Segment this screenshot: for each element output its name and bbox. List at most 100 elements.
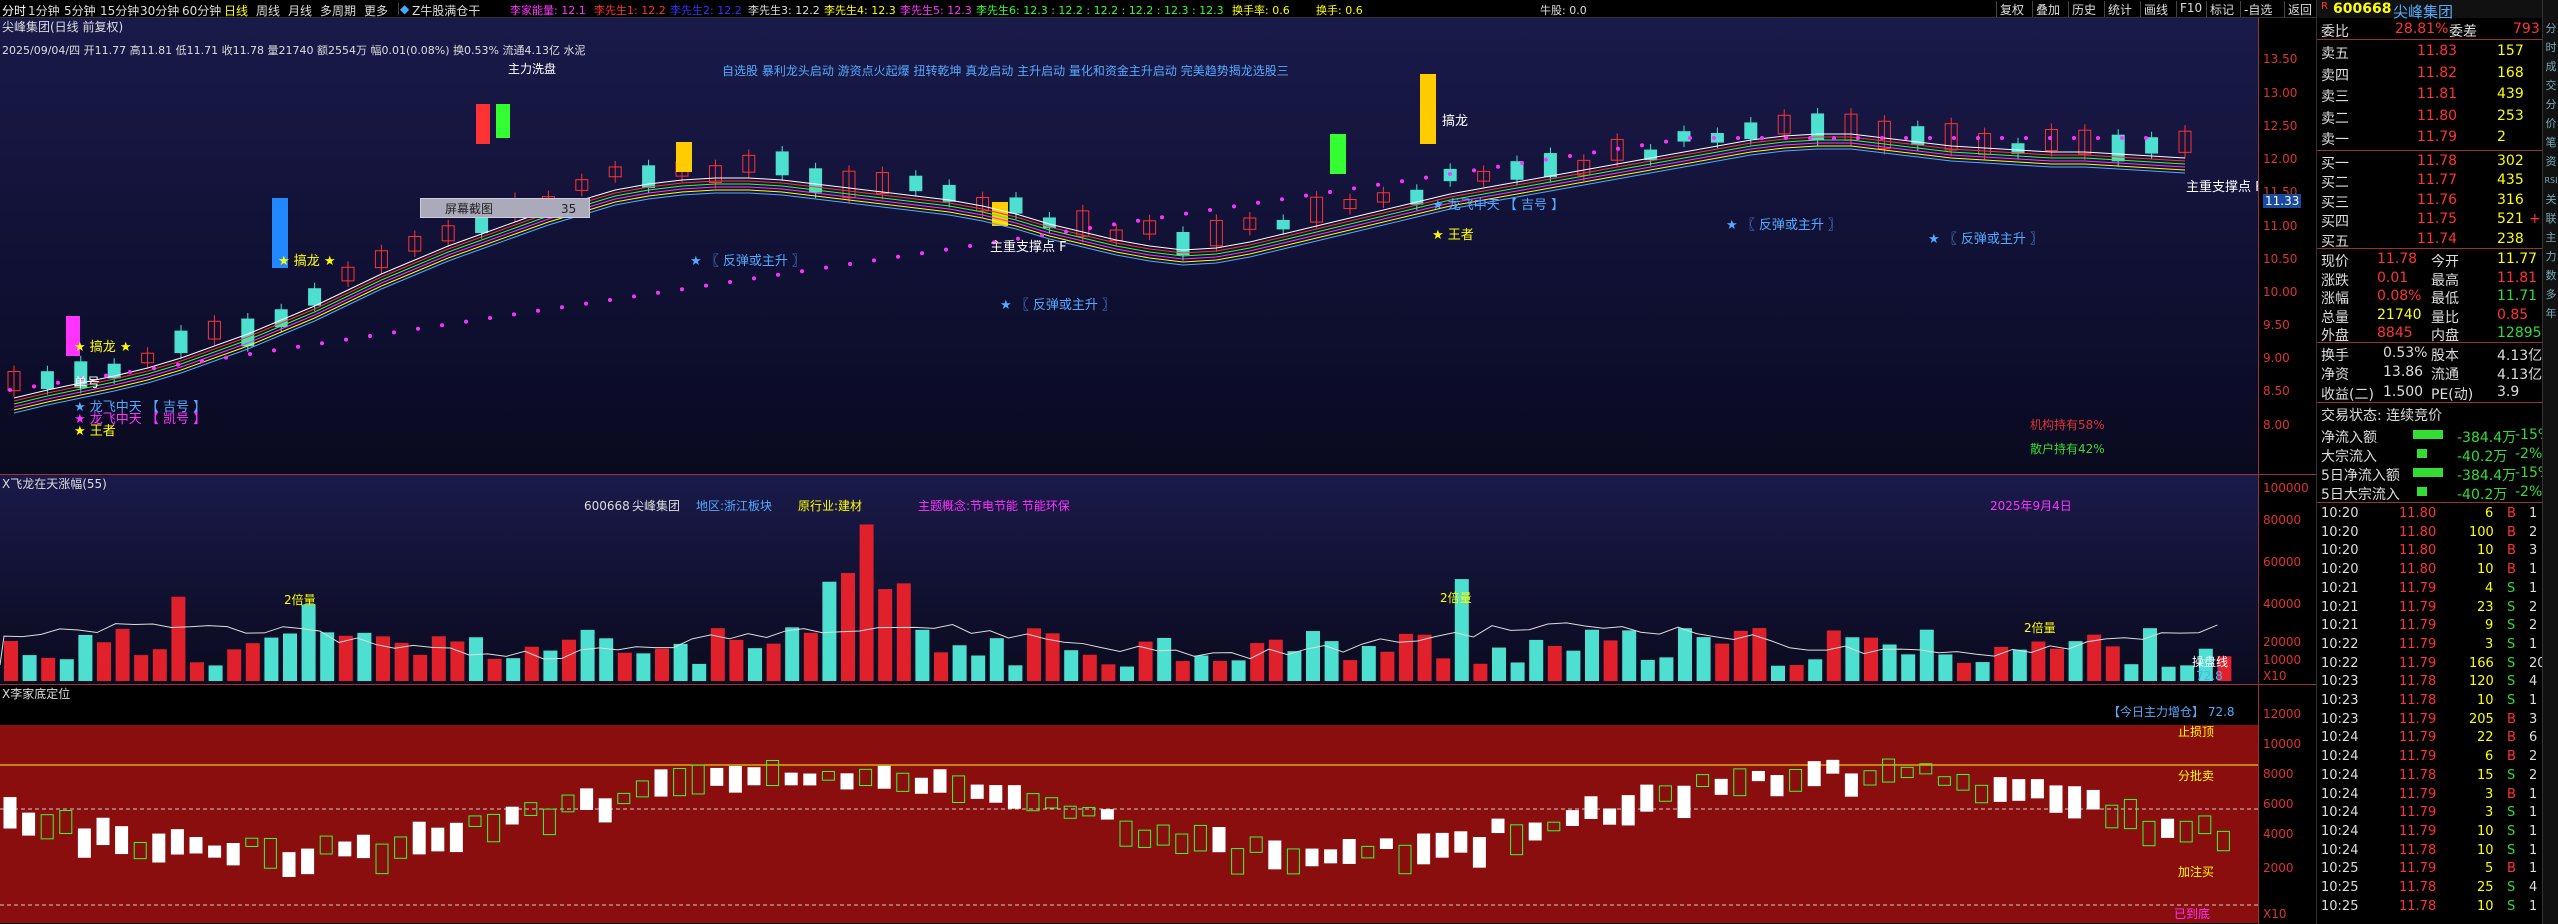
flow-label: 5日大宗流入 [2321, 487, 2400, 503]
vtool-button[interactable]: 数 [2544, 267, 2558, 285]
support-dot [296, 344, 300, 349]
ask-price: 11.80 [2417, 107, 2458, 124]
indicator-candle [2086, 789, 2100, 810]
ask-row[interactable]: 卖一 11.79 2 [2317, 128, 2543, 148]
vtool-button[interactable]: 主 [2544, 229, 2558, 247]
indicator-candle [356, 834, 370, 859]
period-multi[interactable]: 多周期 [320, 2, 356, 19]
candle-body [1677, 131, 1691, 142]
period-15min[interactable]: 15分钟 [100, 2, 139, 19]
volume-bar [1473, 663, 1488, 681]
period-30min[interactable]: 30分钟 [140, 2, 179, 19]
volume-bar [338, 635, 353, 681]
vtool-button[interactable]: 年 [2544, 305, 2558, 323]
btn-diejia[interactable]: 叠加 [2032, 1, 2063, 17]
period-fenshi[interactable]: 分时 [2, 2, 26, 19]
vtool-button[interactable]: 多 [2544, 286, 2558, 304]
low-tick: 12000 [2263, 707, 2302, 721]
indicator-candle [133, 842, 147, 860]
btn-back[interactable]: 返回 [2284, 1, 2315, 17]
support-dot [1520, 161, 1524, 166]
trade-volume: 3 [2485, 636, 2494, 652]
period-month[interactable]: 月线 [288, 2, 312, 19]
bid-volume: 238 [2497, 230, 2524, 247]
bid-row[interactable]: 买五 11.74 238 [2317, 230, 2543, 250]
ask-row[interactable]: 卖三 11.81 439 [2317, 85, 2543, 105]
vtool-button[interactable]: 分 [2544, 96, 2558, 114]
sidebar-header: R 600668 尖峰集团 [2317, 0, 2543, 21]
bid-row[interactable]: 买三 11.76 316 [2317, 191, 2543, 211]
bid-row[interactable]: 买二 11.77 435 [2317, 171, 2543, 191]
ask-row[interactable]: 卖四 11.82 168 [2317, 64, 2543, 84]
trade-volume: 6 [2485, 749, 2494, 765]
vtool-button[interactable]: 时 [2544, 39, 2558, 57]
support-dot [488, 316, 492, 320]
support-dot [1856, 136, 1860, 140]
vtool-button[interactable]: 联 [2544, 210, 2558, 228]
volume-bar [450, 641, 465, 681]
btn-draw[interactable]: 画线 [2140, 1, 2171, 17]
ask-row[interactable]: 卖二 11.80 253 [2317, 107, 2543, 127]
lower-axis: 12000 10000 8000 6000 4000 2000 X10 [2258, 684, 2316, 924]
vol-tick: 100000 [2263, 481, 2309, 495]
indicator-name[interactable]: Z牛股满仓干 [412, 2, 480, 19]
stat-label: 收益(二) [2321, 386, 2374, 403]
volume-canvas [0, 524, 2232, 681]
screenshot-tooltip[interactable]: 屏幕截图 35 [420, 198, 590, 218]
indicator-candle [635, 780, 649, 798]
trade-count: 2 [2529, 524, 2538, 540]
trade-count: 1 [2529, 506, 2538, 521]
moving-average-line [13, 139, 2186, 405]
ann-rebound-1: ★ 〖 反弹或主升 〗 [690, 254, 806, 269]
vtool-button[interactable]: 分 [2544, 20, 2558, 38]
vtool-button[interactable]: 力 [2544, 248, 2558, 266]
btn-f10[interactable]: F10 [2176, 1, 2205, 17]
btn-watchlist[interactable]: -自选 [2240, 1, 2275, 17]
low-tick: 6000 [2263, 797, 2294, 811]
period-week[interactable]: 周线 [256, 2, 280, 19]
vtool-button[interactable]: 成 [2544, 58, 2558, 76]
ask-label: 卖二 [2321, 110, 2349, 127]
period-1min[interactable]: 1分钟 [28, 2, 60, 19]
volume-panel[interactable]: X飞龙在天涨幅(55) 600668 尖峰集团 地区:浙江板块 原行业:建材 主… [0, 474, 2258, 684]
vtool-button[interactable]: RSI [2544, 172, 2558, 190]
ask-price: 11.83 [2417, 43, 2458, 59]
trade-row: 10:25 11.79 5 B 1 [2317, 861, 2543, 877]
btn-fuquan[interactable]: 复权 [1996, 1, 2027, 17]
btn-mark[interactable]: 标记 [2206, 1, 2237, 17]
trade-side: S [2507, 655, 2516, 671]
btn-history[interactable]: 历史 [2068, 1, 2099, 17]
btn-stats[interactable]: 统计 [2104, 1, 2135, 17]
trade-row: 10:25 11.78 10 S 1 [2317, 899, 2543, 915]
trade-time: 10:24 [2321, 786, 2359, 802]
vtool-button[interactable]: 关 [2544, 191, 2558, 209]
lower-indicator-panel[interactable]: X李家底定位 【今日主力增仓】 72.8 止损顶 分批卖 加注买 已到底 [0, 684, 2258, 924]
vtool-button[interactable]: 价 [2544, 115, 2558, 133]
indicator-candle [1045, 797, 1059, 809]
period-60min[interactable]: 60分钟 [182, 2, 221, 19]
bid-row[interactable]: 买四 11.75 521 +3 [2317, 210, 2550, 230]
vtool-button[interactable]: 资 [2544, 153, 2558, 171]
vtool-button[interactable]: 笔 [2544, 134, 2558, 152]
bid-row[interactable]: 买一 11.78 302 [2317, 152, 2543, 172]
vtool-button[interactable]: 交 [2544, 77, 2558, 95]
ask-label: 卖四 [2321, 67, 2349, 84]
stock-concept: 主题概念:节电节能 节能环保 [918, 499, 1070, 513]
support-dot [728, 280, 732, 284]
support-dot [344, 337, 348, 342]
stat-value: 0.08% [2377, 288, 2422, 305]
period-more[interactable]: 更多 [364, 2, 388, 19]
indicator-candle [1863, 770, 1877, 786]
period-5min[interactable]: 5分钟 [64, 2, 96, 19]
indicator-candle [2216, 830, 2230, 852]
low-tick: 8000 [2263, 767, 2294, 781]
indicator-candle [2012, 779, 2026, 801]
trade-volume: 9 [2485, 618, 2494, 634]
price-chart-area[interactable]: 尖峰集团(日线 前复权) 2025/09/04/四 开11.77 高11.81 … [0, 18, 2263, 474]
trade-price: 11.80 [2399, 506, 2437, 521]
ask-row[interactable]: 卖五 11.83 157 [2317, 42, 2543, 62]
trade-time: 10:22 [2321, 636, 2359, 652]
trade-volume: 10 [2477, 543, 2494, 559]
period-day[interactable]: 日线 [224, 2, 248, 19]
indicator-candle [1640, 784, 1654, 812]
